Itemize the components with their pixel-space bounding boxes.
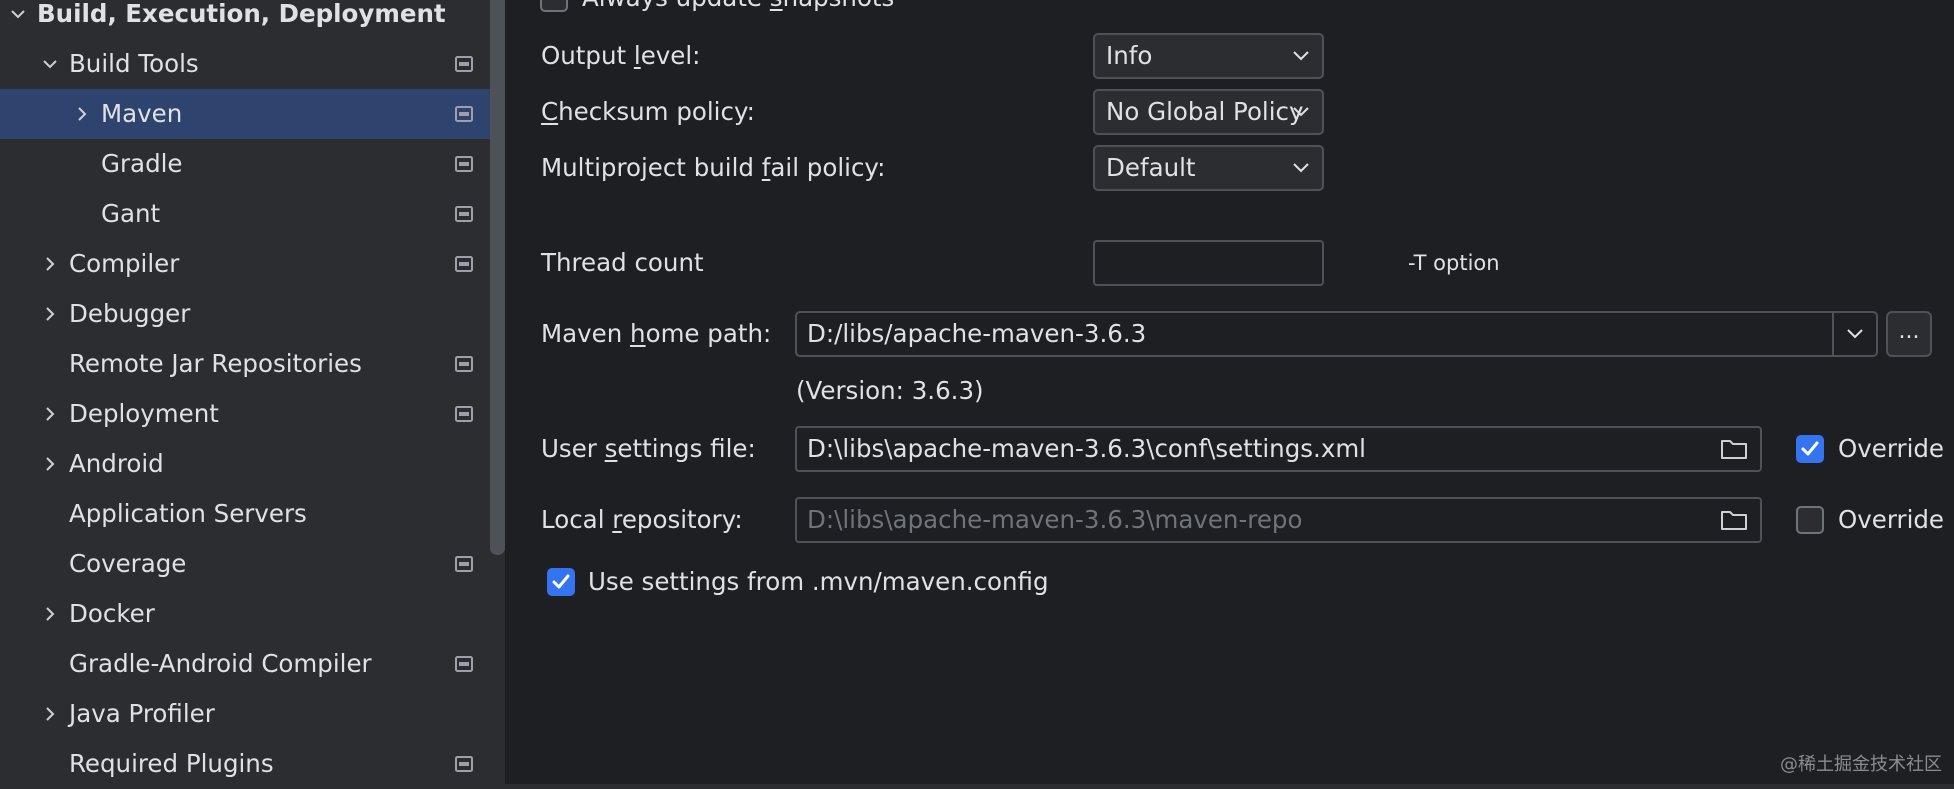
always-update-snapshots-checkbox[interactable] bbox=[540, 0, 568, 12]
sidebar-item-label: Java Profiler bbox=[69, 699, 215, 728]
output-level-dropdown[interactable]: Info bbox=[1093, 33, 1324, 79]
project-settings-icon bbox=[455, 256, 473, 272]
sidebar-item-application-servers[interactable]: Application Servers bbox=[0, 489, 505, 539]
checksum-policy-value: No Global Policy bbox=[1106, 97, 1304, 126]
sidebar-item-gradle[interactable]: Gradle bbox=[0, 139, 505, 189]
maven-version-text: (Version: 3.6.3) bbox=[796, 376, 984, 405]
sidebar-item-build-execution-deployment[interactable]: Build, Execution, Deployment bbox=[0, 0, 505, 39]
maven-settings-panel: Always update snapshots Output level: In… bbox=[505, 0, 1954, 784]
sidebar-item-maven[interactable]: Maven bbox=[0, 89, 505, 139]
chevron-down-icon[interactable] bbox=[40, 54, 60, 74]
thread-count-label: Thread count bbox=[541, 248, 704, 277]
sidebar-item-label: Remote Jar Repositories bbox=[69, 349, 362, 378]
project-settings-icon bbox=[455, 656, 473, 672]
sidebar-item-label: Build Tools bbox=[69, 49, 199, 78]
mvn-config-label: Use settings from .mvn/maven.config bbox=[588, 567, 1049, 596]
sidebar-item-label: Maven bbox=[101, 99, 183, 128]
combo-separator bbox=[1832, 313, 1834, 355]
chevron-right-icon[interactable] bbox=[40, 604, 60, 624]
chevron-right-icon[interactable] bbox=[40, 404, 60, 424]
chevron-right-icon[interactable] bbox=[40, 304, 60, 324]
checkmark-icon bbox=[1801, 441, 1819, 456]
sidebar-item-label: Debugger bbox=[69, 299, 191, 328]
sidebar-item-label: Gant bbox=[101, 199, 161, 228]
chevron-down-icon[interactable] bbox=[8, 4, 28, 24]
chevron-down-icon bbox=[1293, 107, 1309, 117]
browse-maven-home-button[interactable]: ... bbox=[1886, 311, 1932, 357]
checksum-policy-label: Checksum policy: bbox=[541, 97, 755, 126]
always-update-snapshots-label: Always update snapshots bbox=[582, 0, 894, 12]
folder-icon[interactable] bbox=[1720, 509, 1748, 531]
sidebar-item-label: Deployment bbox=[69, 399, 219, 428]
sidebar-item-gradle-android-compiler[interactable]: Gradle-Android Compiler bbox=[0, 639, 505, 689]
local-repository-field[interactable]: D:\libs\apache-maven-3.6.3\maven-repo bbox=[795, 497, 1762, 543]
mvn-config-checkbox[interactable] bbox=[547, 568, 575, 596]
sidebar-item-build-tools[interactable]: Build Tools bbox=[0, 39, 505, 89]
settings-tree: Build, Execution, Deployment Build Tools M… bbox=[0, 0, 505, 784]
fail-policy-value: Default bbox=[1106, 153, 1196, 182]
output-level-label: Output level: bbox=[541, 41, 701, 70]
user-settings-override-label: Override bbox=[1838, 434, 1945, 463]
sidebar-item-gant[interactable]: Gant bbox=[0, 189, 505, 239]
project-settings-icon bbox=[455, 56, 473, 72]
chevron-down-icon[interactable] bbox=[1846, 326, 1864, 340]
chevron-down-icon bbox=[1293, 51, 1309, 61]
project-settings-icon bbox=[455, 206, 473, 222]
sidebar-item-compiler[interactable]: Compiler bbox=[0, 239, 505, 289]
project-settings-icon bbox=[455, 406, 473, 422]
checkmark-icon bbox=[552, 574, 570, 589]
local-repository-label: Local repository: bbox=[541, 505, 743, 534]
project-settings-icon bbox=[455, 106, 473, 122]
output-level-value: Info bbox=[1106, 41, 1153, 70]
sidebar-item-remote-jar-repositories[interactable]: Remote Jar Repositories bbox=[0, 339, 505, 389]
chevron-right-icon[interactable] bbox=[40, 454, 60, 474]
checksum-policy-dropdown[interactable]: No Global Policy bbox=[1093, 89, 1324, 135]
chevron-down-icon bbox=[1293, 163, 1309, 173]
fail-policy-label: Multiproject build fail policy: bbox=[541, 153, 886, 182]
sidebar-item-label: Android bbox=[69, 449, 164, 478]
sidebar-item-deployment[interactable]: Deployment bbox=[0, 389, 505, 439]
sidebar-item-label: Coverage bbox=[69, 549, 187, 578]
user-settings-override-checkbox[interactable] bbox=[1796, 435, 1824, 463]
thread-count-hint: -T option bbox=[1408, 251, 1500, 275]
maven-home-path-value: D:/libs/apache-maven-3.6.3 bbox=[807, 319, 1147, 348]
user-settings-file-field[interactable]: D:\libs\apache-maven-3.6.3\conf\settings… bbox=[795, 426, 1762, 472]
sidebar-item-label: Gradle bbox=[101, 149, 183, 178]
chevron-right-icon[interactable] bbox=[40, 704, 60, 724]
maven-home-path-combo[interactable]: D:/libs/apache-maven-3.6.3 bbox=[795, 311, 1878, 357]
sidebar-item-android[interactable]: Android bbox=[0, 439, 505, 489]
local-repository-value: D:\libs\apache-maven-3.6.3\maven-repo bbox=[807, 505, 1303, 534]
watermark: @稀土掘金技术社区 bbox=[1780, 754, 1942, 775]
project-settings-icon bbox=[455, 756, 473, 772]
chevron-right-icon[interactable] bbox=[72, 104, 92, 124]
project-settings-icon bbox=[455, 356, 473, 372]
project-settings-icon bbox=[455, 556, 473, 572]
sidebar-item-java-profiler[interactable]: Java Profiler bbox=[0, 689, 505, 739]
sidebar-item-label: Build, Execution, Deployment bbox=[37, 0, 446, 28]
sidebar-item-label: Compiler bbox=[69, 249, 180, 278]
user-settings-label: User settings file: bbox=[541, 434, 756, 463]
sidebar-item-debugger[interactable]: Debugger bbox=[0, 289, 505, 339]
fail-policy-dropdown[interactable]: Default bbox=[1093, 145, 1324, 191]
sidebar-item-required-plugins[interactable]: Required Plugins bbox=[0, 739, 505, 789]
sidebar-item-label: Required Plugins bbox=[69, 749, 274, 778]
thread-count-input[interactable] bbox=[1093, 240, 1324, 286]
maven-home-label: Maven home path: bbox=[541, 319, 772, 348]
sidebar-item-coverage[interactable]: Coverage bbox=[0, 539, 505, 589]
sidebar-item-docker[interactable]: Docker bbox=[0, 589, 505, 639]
sidebar-item-label: Gradle-Android Compiler bbox=[69, 649, 372, 678]
sidebar-scrollbar[interactable] bbox=[490, 0, 505, 555]
project-settings-icon bbox=[455, 156, 473, 172]
folder-icon[interactable] bbox=[1720, 438, 1748, 460]
chevron-right-icon[interactable] bbox=[40, 254, 60, 274]
local-repository-override-label: Override bbox=[1838, 505, 1945, 534]
local-repository-override-checkbox[interactable] bbox=[1796, 506, 1824, 534]
user-settings-file-value: D:\libs\apache-maven-3.6.3\conf\settings… bbox=[807, 434, 1366, 463]
sidebar-item-label: Application Servers bbox=[69, 499, 307, 528]
sidebar-item-label: Docker bbox=[69, 599, 155, 628]
